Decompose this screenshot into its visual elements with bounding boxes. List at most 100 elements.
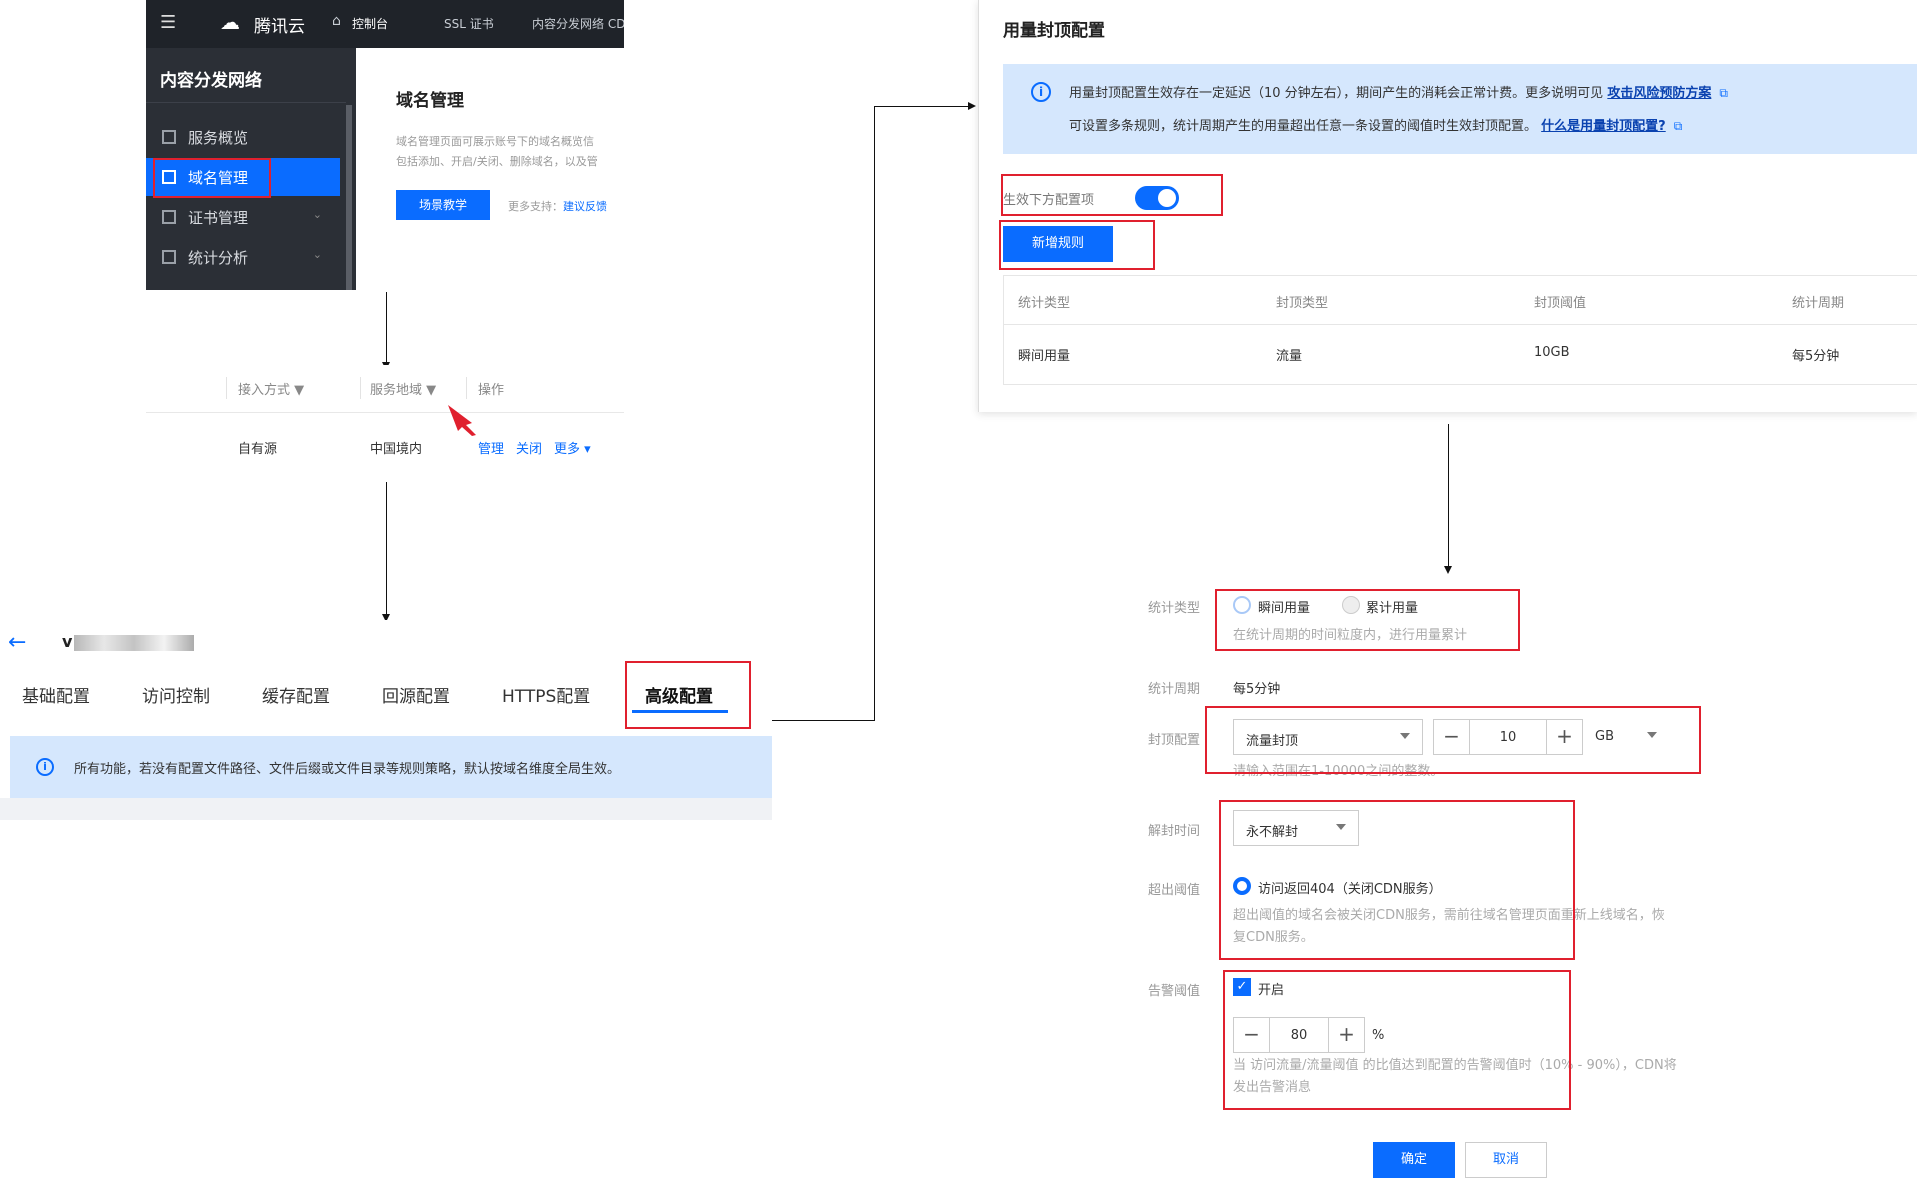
flow-line <box>772 720 874 721</box>
caret-down-icon <box>1400 733 1410 739</box>
sidebar-item-overview[interactable]: 服务概览 <box>146 118 340 156</box>
table-header-cell: 统计周期 <box>1792 296 1845 311</box>
add-rule-button[interactable]: 新增规则 <box>1003 226 1113 262</box>
alarm-unit: % <box>1372 1028 1385 1043</box>
hint-line: 超出阈值的域名会被关闭CDN服务，需前往域名管理页面重新上线域名，恢 <box>1233 908 1665 923</box>
minus-icon[interactable]: − <box>1234 1018 1270 1052</box>
add-rule-form: 统计类型 瞬间用量 累计用量 在统计周期的时间粒度内，进行用量累计 统计周期 每… <box>1130 575 1770 1195</box>
enable-config-switch[interactable] <box>1135 186 1179 210</box>
column-header-region[interactable]: 服务地域 ▼ <box>370 379 436 398</box>
flow-line <box>874 106 970 107</box>
arrow-down-icon <box>1444 566 1452 574</box>
certificate-icon <box>162 210 176 224</box>
alarm-enable-label[interactable]: 开启 <box>1258 979 1284 998</box>
table-header-cell: 封顶阈值 <box>1534 296 1587 311</box>
cap-value-stepper[interactable]: − 10 + <box>1433 719 1583 755</box>
sidebar-divider <box>146 102 346 103</box>
description-line: 包括添加、开启/关闭、删除域名，以及管 <box>396 155 598 168</box>
alarm-value[interactable]: 80 <box>1270 1028 1328 1043</box>
tab-access-control[interactable]: 访问控制 <box>142 682 210 707</box>
nav-console[interactable]: 控制台 <box>352 15 388 32</box>
domain-management-content: 域名管理 域名管理页面可展示账号下的域名概览信 包括添加、开启/关闭、删除域名，… <box>356 48 624 290</box>
stat-type-hint: 在统计周期的时间粒度内，进行用量累计 <box>1233 628 1468 643</box>
sidebar-scrollbar[interactable] <box>346 105 352 290</box>
domain-name: v <box>62 632 73 651</box>
unblock-time-value: 永不解封 <box>1246 825 1299 840</box>
cap-unit-select[interactable]: GB <box>1583 719 1669 755</box>
radio-cumulative[interactable] <box>1342 596 1360 614</box>
caret-down-icon: ▾ <box>584 442 591 457</box>
table-cell: 流量 <box>1276 349 1303 364</box>
sidebar-item-label: 服务概览 <box>188 129 249 147</box>
column-separator <box>226 377 227 399</box>
column-separator <box>466 377 467 399</box>
more-link[interactable]: 更多 ▾ <box>554 438 591 457</box>
column-separator <box>360 377 361 399</box>
notice-text: 可设置多条规则，统计周期产生的用量超出任意一条设置的阈值时生效封顶配置。 <box>1069 119 1538 134</box>
plus-icon[interactable]: + <box>1328 1018 1364 1052</box>
nav-cdn[interactable]: 内容分发网络 CD <box>532 15 624 32</box>
tab-advanced-config[interactable]: 高级配置 <box>645 682 713 707</box>
bar-chart-icon <box>162 250 176 264</box>
cell-access: 自有源 <box>238 442 278 457</box>
info-banner: i 用量封顶配置生效存在一定延迟（10 分钟左右），期间产生的消耗会正常计费。更… <box>1003 64 1917 154</box>
external-link-icon[interactable]: ⧉ <box>1719 86 1728 100</box>
header-label: 服务地域 <box>370 383 423 398</box>
filter-icon[interactable]: ▼ <box>426 383 436 398</box>
sidebar-item-statistics[interactable]: 统计分析 ⌄ <box>146 238 340 276</box>
radio-instant[interactable] <box>1233 596 1251 614</box>
radio-return-404-label[interactable]: 访问返回404（关闭CDN服务） <box>1258 878 1442 897</box>
alarm-value-stepper[interactable]: − 80 + <box>1233 1017 1365 1053</box>
back-arrow-icon[interactable]: ← <box>8 630 26 655</box>
notice-text: 用量封顶配置生效存在一定延迟（10 分钟左右），期间产生的消耗会正常计费。更多说… <box>1069 86 1604 101</box>
tab-origin-config[interactable]: 回源配置 <box>382 682 450 707</box>
caret-down-icon <box>1647 732 1657 738</box>
top-navbar: ☰ ☁ 腾讯云 ⌂ 控制台 SSL 证书 内容分发网络 CD <box>146 0 624 48</box>
minus-icon[interactable]: − <box>1434 720 1470 754</box>
cancel-button[interactable]: 取消 <box>1465 1142 1547 1178</box>
external-link-icon[interactable]: ⧉ <box>1674 119 1683 133</box>
menu-icon[interactable]: ☰ <box>160 12 176 33</box>
radio-cumulative-label[interactable]: 累计用量 <box>1366 597 1418 616</box>
cap-type-value: 流量封顶 <box>1246 734 1299 749</box>
nav-ssl[interactable]: SSL 证书 <box>444 15 494 32</box>
caret-down-icon <box>1336 824 1346 830</box>
table-header: 统计类型 封顶类型 封顶阈值 统计周期 <box>1004 276 1917 325</box>
confirm-button[interactable]: 确定 <box>1373 1142 1455 1178</box>
cloud-logo-icon: ☁ <box>220 10 240 34</box>
manage-link[interactable]: 管理 <box>478 438 504 457</box>
sidebar-item-certificates[interactable]: 证书管理 ⌄ <box>146 198 340 236</box>
feedback-link[interactable]: 建议反馈 <box>563 200 607 213</box>
unblock-time-select[interactable]: 永不解封 <box>1233 810 1359 846</box>
cell-region: 中国境内 <box>370 442 423 457</box>
column-header-access[interactable]: 接入方式 ▼ <box>238 379 304 398</box>
what-is-usage-cap-link[interactable]: 什么是用量封顶配置? <box>1541 119 1666 134</box>
cap-value[interactable]: 10 <box>1470 730 1546 745</box>
stat-period-value: 每5分钟 <box>1233 682 1281 697</box>
scene-tutorial-button[interactable]: 场景教学 <box>396 190 490 220</box>
table-cell: 10GB <box>1534 345 1570 360</box>
home-icon: ⌂ <box>332 13 341 29</box>
plus-icon[interactable]: + <box>1546 720 1582 754</box>
arrow-right-icon <box>968 102 976 110</box>
radio-return-404[interactable] <box>1233 877 1251 895</box>
flow-line <box>1448 424 1449 568</box>
switch-knob <box>1158 189 1176 207</box>
tab-basic-config[interactable]: 基础配置 <box>22 682 90 707</box>
attack-prevention-link[interactable]: 攻击风险预防方案 <box>1607 86 1711 101</box>
cap-type-select[interactable]: 流量封顶 <box>1233 719 1423 755</box>
domain-list-screenshot: 接入方式 ▼ 服务地域 ▼ 操作 自有源 中国境内 管理 关闭 更多 ▾ <box>146 365 624 480</box>
notice-line: 用量封顶配置生效存在一定延迟（10 分钟左右），期间产生的消耗会正常计费。更多说… <box>1069 82 1728 101</box>
close-link[interactable]: 关闭 <box>516 438 542 457</box>
filter-icon[interactable]: ▼ <box>294 383 304 398</box>
info-icon: i <box>1031 82 1051 102</box>
sidebar-item-domain-management[interactable]: 域名管理 <box>146 158 340 196</box>
table-header-cell: 封顶类型 <box>1276 296 1329 311</box>
tab-cache-config[interactable]: 缓存配置 <box>262 682 330 707</box>
chevron-down-icon: ⌄ <box>312 248 322 261</box>
radio-instant-label[interactable]: 瞬间用量 <box>1258 597 1310 616</box>
tab-https-config[interactable]: HTTPS配置 <box>502 682 590 707</box>
active-tab-indicator <box>632 710 728 713</box>
alarm-enable-checkbox[interactable]: ✓ <box>1233 978 1251 996</box>
page-description: 域名管理页面可展示账号下的域名概览信 包括添加、开启/关闭、删除域名，以及管 <box>396 132 598 172</box>
